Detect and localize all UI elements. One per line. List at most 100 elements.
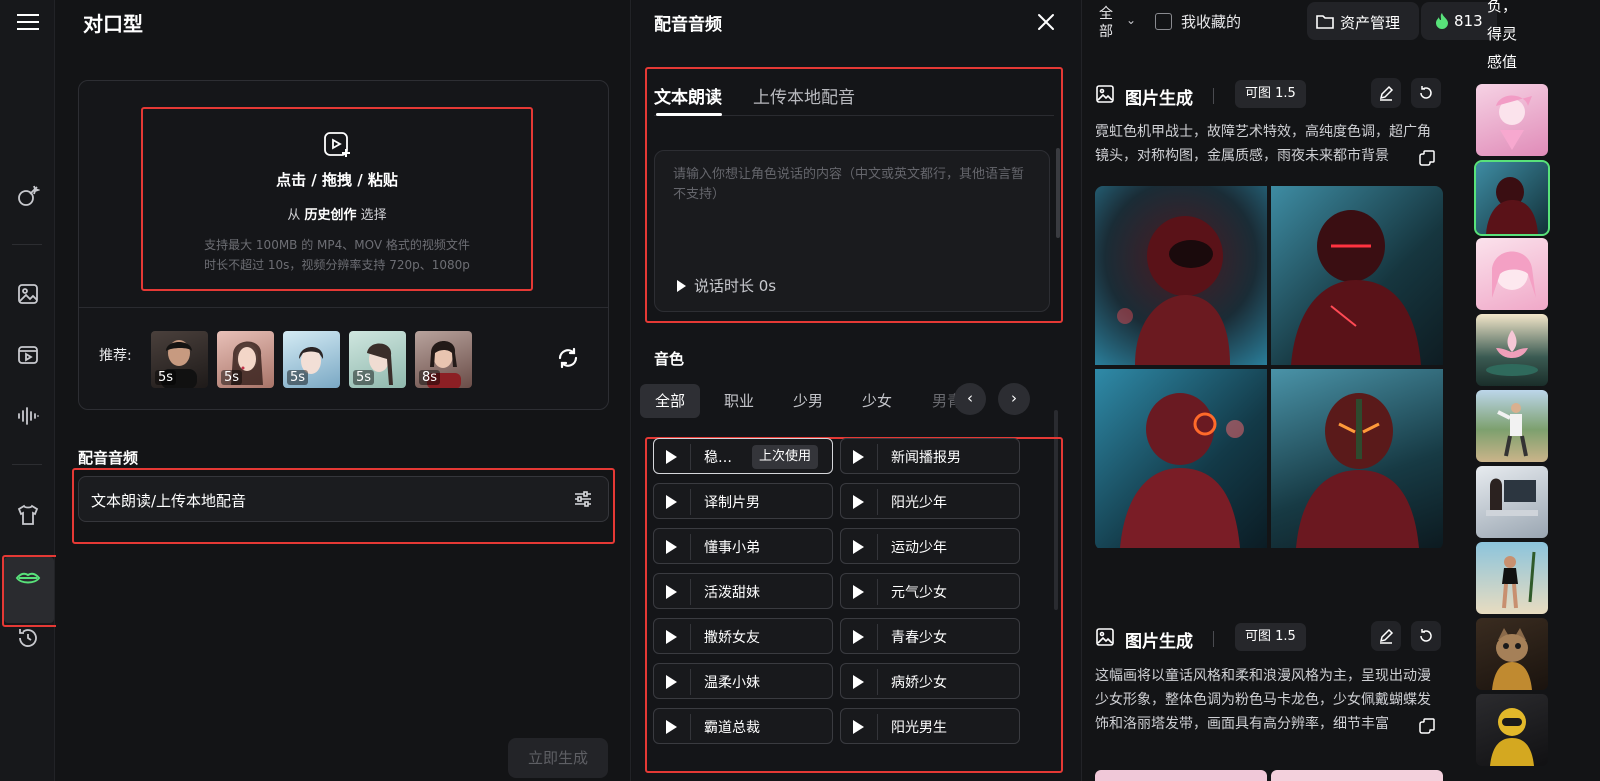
- copy-icon[interactable]: [1419, 150, 1435, 166]
- play-icon: [666, 450, 677, 464]
- recommend-thumb[interactable]: 8s: [415, 331, 472, 388]
- feedback-link[interactable]: 负，得灵感值: [1487, 0, 1527, 76]
- chevron-down-icon[interactable]: ⌄: [1126, 13, 1136, 27]
- play-icon: [853, 720, 864, 734]
- favorites-checkbox[interactable]: [1155, 13, 1172, 30]
- credits-value: 813: [1454, 12, 1483, 30]
- recommend-duration: 5s: [155, 370, 177, 385]
- refresh-icon[interactable]: [556, 346, 580, 370]
- audio-source-field[interactable]: 文本朗读/上传本地配音: [78, 476, 609, 522]
- sliders-icon[interactable]: [574, 490, 592, 508]
- recommend-thumb[interactable]: 5s: [151, 331, 208, 388]
- thumbnail-selected[interactable]: [1474, 160, 1550, 236]
- scrollbar[interactable]: [1056, 148, 1060, 238]
- lipsync-panel: 对口型 点击 / 拖拽 / 粘贴 从 历史创作 选择 支持最大 100MB 的 …: [56, 0, 631, 781]
- image-icon[interactable]: [10, 276, 46, 312]
- chevron-left-icon[interactable]: ‹: [954, 383, 986, 415]
- copy-icon[interactable]: [1419, 718, 1435, 734]
- video-icon[interactable]: [10, 337, 46, 373]
- filter-all-dropdown[interactable]: 全部: [1099, 5, 1115, 41]
- tab-upload-audio[interactable]: 上传本地配音: [753, 83, 855, 108]
- history-select[interactable]: 从 历史创作 选择: [143, 204, 531, 223]
- recommend-thumb[interactable]: 5s: [349, 331, 406, 388]
- voice-name: 新闻播报男: [891, 450, 961, 466]
- history-panel: 全部 ⌄ 我收藏的 资产管理 813 负，得灵感值 图片生成 可图 1.5 霓虹…: [1083, 0, 1600, 781]
- voice-item[interactable]: 阳光男生: [840, 708, 1020, 744]
- recommend-thumb[interactable]: 5s: [217, 331, 274, 388]
- recommend-duration: 8s: [419, 370, 441, 385]
- tab-text-reading[interactable]: 文本朗读: [654, 83, 722, 108]
- voice-item[interactable]: 稳… 上次使用: [653, 438, 833, 474]
- thumbnail[interactable]: [1476, 618, 1548, 690]
- filter-chip-profession[interactable]: 职业: [724, 384, 754, 418]
- play-icon: [666, 540, 677, 554]
- voice-item[interactable]: 译制片男: [653, 483, 833, 519]
- magic-brush-icon[interactable]: [10, 178, 46, 214]
- voice-item[interactable]: 撒娇女友: [653, 618, 833, 654]
- asset-button-label: 资产管理: [1340, 14, 1401, 32]
- asset-management-button[interactable]: 资产管理: [1307, 2, 1419, 40]
- voice-name: 青春少女: [891, 630, 947, 646]
- thumbnail[interactable]: [1476, 542, 1548, 614]
- audio-section-title: 配音音频: [78, 449, 139, 467]
- left-rail: [0, 0, 67, 781]
- image-icon: [1096, 85, 1114, 103]
- filter-chip-all[interactable]: 全部: [640, 384, 701, 418]
- voice-item[interactable]: 霸道总裁: [653, 708, 833, 744]
- voice-item[interactable]: 温柔小妹: [653, 663, 833, 699]
- page-title: 对口型: [83, 12, 143, 36]
- audio-wave-icon[interactable]: [10, 398, 46, 434]
- voice-item[interactable]: 病娇少女: [840, 663, 1020, 699]
- play-icon: [677, 280, 686, 292]
- chevron-right-icon[interactable]: ›: [998, 383, 1030, 415]
- recommend-duration: 5s: [221, 370, 243, 385]
- voice-item[interactable]: 阳光少年: [840, 483, 1020, 519]
- regenerate-icon[interactable]: [1411, 621, 1441, 651]
- thumbnail[interactable]: [1476, 390, 1548, 462]
- panel-title: 配音音频: [654, 15, 722, 35]
- regenerate-icon[interactable]: [1411, 78, 1441, 108]
- audio-field-label: 文本朗读/上传本地配音: [91, 492, 247, 510]
- thumbnail[interactable]: [1476, 238, 1548, 310]
- history-icon[interactable]: [10, 620, 46, 656]
- shirt-icon[interactable]: [10, 497, 46, 533]
- edit-icon[interactable]: [1371, 621, 1401, 651]
- upload-tip: 支持最大 100MB 的 MP4、MOV 格式的视频文件 时长不超过 10s，视…: [143, 235, 531, 275]
- voice-item[interactable]: 懂事小弟: [653, 528, 833, 564]
- generate-button[interactable]: 立即生成: [508, 738, 608, 778]
- voice-name: 运动少年: [891, 540, 947, 556]
- thumbnail[interactable]: [1476, 84, 1548, 156]
- filter-chip-girl[interactable]: 少女: [862, 384, 892, 418]
- credits-badge[interactable]: 813: [1421, 2, 1497, 40]
- generated-image[interactable]: [1271, 186, 1443, 365]
- thumbnail[interactable]: [1476, 694, 1548, 766]
- folder-icon: [1316, 15, 1334, 29]
- play-icon: [666, 495, 677, 509]
- generation-title: 图片生成: [1125, 89, 1193, 109]
- close-icon[interactable]: [1037, 13, 1055, 31]
- edit-icon[interactable]: [1371, 78, 1401, 108]
- voice-item[interactable]: 运动少年: [840, 528, 1020, 564]
- upload-dropzone[interactable]: 点击 / 拖拽 / 粘贴 从 历史创作 选择 支持最大 100MB 的 MP4、…: [141, 107, 533, 291]
- voice-item[interactable]: 青春少女: [840, 618, 1020, 654]
- generated-image[interactable]: [1095, 186, 1267, 365]
- model-badge: 可图 1.5: [1235, 80, 1306, 108]
- play-icon: [853, 675, 864, 689]
- voice-name: 活泼甜妹: [704, 585, 760, 601]
- filter-chip-boy[interactable]: 少男: [793, 384, 823, 418]
- generated-image[interactable]: [1271, 369, 1443, 548]
- voice-item[interactable]: 新闻播报男: [840, 438, 1020, 474]
- generated-image[interactable]: [1095, 369, 1267, 548]
- voice-item[interactable]: 元气少女: [840, 573, 1020, 609]
- generated-image[interactable]: [1095, 770, 1267, 781]
- voice-name: 温柔小妹: [704, 675, 760, 691]
- generated-image[interactable]: [1271, 770, 1443, 781]
- speech-duration[interactable]: 说话时长 0s: [677, 276, 776, 296]
- menu-icon[interactable]: [10, 4, 46, 40]
- history-link[interactable]: 历史创作: [304, 208, 356, 223]
- recommend-thumb[interactable]: 5s: [283, 331, 340, 388]
- thumbnail[interactable]: [1476, 314, 1548, 386]
- speech-text-input[interactable]: 请输入你想让角色说话的内容（中文或英文都行，其他语言暂不支持） 说话时长 0s: [654, 150, 1050, 312]
- thumbnail[interactable]: [1476, 466, 1548, 538]
- voice-item[interactable]: 活泼甜妹: [653, 573, 833, 609]
